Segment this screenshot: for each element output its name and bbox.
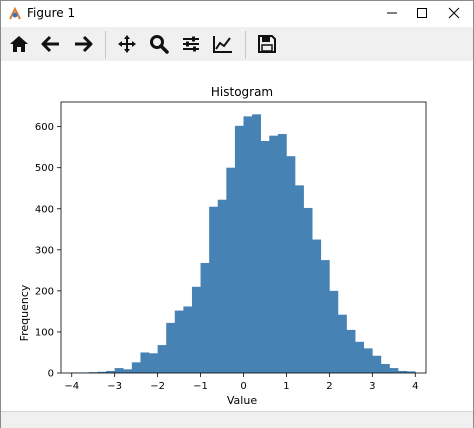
- y-axis-ticks: 0 100 200 300 400 500 600: [35, 122, 61, 380]
- histogram-bar: [337, 314, 347, 373]
- save-button[interactable]: [254, 31, 280, 57]
- histogram-bar: [217, 199, 227, 373]
- histogram-bar: [295, 185, 304, 373]
- histogram-bar: [234, 125, 244, 373]
- histogram-bar: [200, 262, 210, 373]
- edit-axis-curve-icon: [213, 36, 232, 53]
- y-tick-label: 100: [35, 327, 54, 338]
- close-icon: [448, 7, 460, 19]
- title-bar: Figure 1: [1, 1, 473, 27]
- configure-subplots-icon: [183, 36, 199, 52]
- x-axis-ticks: −4 −3 −2 −1 0 1 2 3 4: [64, 373, 418, 392]
- close-button[interactable]: [439, 1, 469, 25]
- x-axis-label: Value: [227, 394, 257, 407]
- x-tick-label: 4: [412, 381, 418, 392]
- histogram-bar: [260, 141, 270, 373]
- histogram-bar: [191, 286, 201, 373]
- back-button[interactable]: [38, 31, 64, 57]
- histogram-bar: [252, 114, 261, 373]
- pan-move-icon: [118, 35, 136, 53]
- histogram-bar: [114, 368, 124, 373]
- y-tick-label: 600: [35, 122, 54, 133]
- histogram-bar: [131, 362, 141, 373]
- histogram-bar: [166, 322, 176, 373]
- histogram-bar: [277, 134, 287, 373]
- x-tick-label: 2: [326, 381, 332, 392]
- window-title: Figure 1: [27, 6, 76, 20]
- x-tick-label: 3: [369, 381, 375, 392]
- histogram-bar: [174, 310, 184, 373]
- histogram-bar: [157, 345, 167, 373]
- histogram-bar: [380, 363, 390, 373]
- x-tick-label: 1: [283, 381, 289, 392]
- histogram-bar: [226, 167, 236, 373]
- minimize-button[interactable]: [377, 1, 407, 25]
- edit-axis-button[interactable]: [210, 31, 236, 57]
- save-floppy-icon: [258, 35, 276, 53]
- histogram-bar: [140, 352, 150, 373]
- maximize-button[interactable]: [407, 1, 437, 25]
- histogram-bar: [320, 260, 330, 373]
- figure-window: Figure 1 Histogram −4 −3 −2 −1 0 1 2 3 4…: [0, 0, 474, 428]
- y-tick-label: 500: [35, 163, 54, 174]
- histogram-bar: [209, 206, 219, 373]
- histogram-bar: [303, 207, 313, 373]
- x-tick-label: −3: [107, 381, 122, 392]
- histogram-bar: [149, 353, 158, 373]
- y-tick-label: 400: [35, 204, 54, 215]
- histogram-bar: [389, 368, 399, 373]
- zoom-magnifier-icon: [150, 35, 169, 54]
- navigation-toolbar: [1, 27, 473, 61]
- histogram-bar: [346, 329, 356, 373]
- histogram-bars: [71, 114, 416, 373]
- histogram-bar: [372, 355, 382, 373]
- histogram-bar: [355, 341, 365, 373]
- home-icon: [10, 36, 28, 52]
- histogram-bar: [312, 239, 322, 373]
- histogram-bar: [123, 369, 133, 373]
- pan-button[interactable]: [114, 31, 140, 57]
- x-tick-label: −4: [64, 381, 79, 392]
- y-tick-label: 300: [35, 245, 54, 256]
- histogram-bar: [329, 290, 339, 373]
- histogram-chart: Histogram −4 −3 −2 −1 0 1 2 3 4 0 100 200 300 400 500…: [18, 85, 427, 407]
- toolbar-separator: [245, 31, 246, 59]
- chart-title: Histogram: [211, 85, 273, 99]
- zoom-button[interactable]: [146, 31, 172, 57]
- figure-app-icon: [9, 6, 21, 20]
- histogram-bar: [183, 306, 193, 373]
- x-tick-label: 0: [240, 381, 246, 392]
- x-tick-label: −1: [193, 381, 208, 392]
- histogram-bar: [269, 135, 279, 373]
- maximize-icon: [417, 8, 427, 18]
- back-arrow-icon: [41, 35, 59, 53]
- configure-subplots-button[interactable]: [178, 31, 204, 57]
- forward-arrow-icon: [75, 35, 93, 53]
- histogram-bar: [363, 348, 373, 373]
- histogram-bar: [243, 116, 253, 373]
- histogram-bar: [286, 156, 296, 373]
- toolbar-separator: [105, 31, 106, 59]
- y-axis-label: Frequency: [18, 284, 31, 341]
- y-tick-label: 0: [48, 369, 54, 380]
- forward-button[interactable]: [70, 31, 96, 57]
- home-button[interactable]: [6, 31, 32, 57]
- x-tick-label: −2: [150, 381, 165, 392]
- minimize-icon: [387, 12, 397, 14]
- status-bar: [1, 411, 473, 428]
- y-tick-label: 200: [35, 286, 54, 297]
- figure-canvas[interactable]: Histogram −4 −3 −2 −1 0 1 2 3 4 0 100 200 300 400 500…: [1, 61, 473, 411]
